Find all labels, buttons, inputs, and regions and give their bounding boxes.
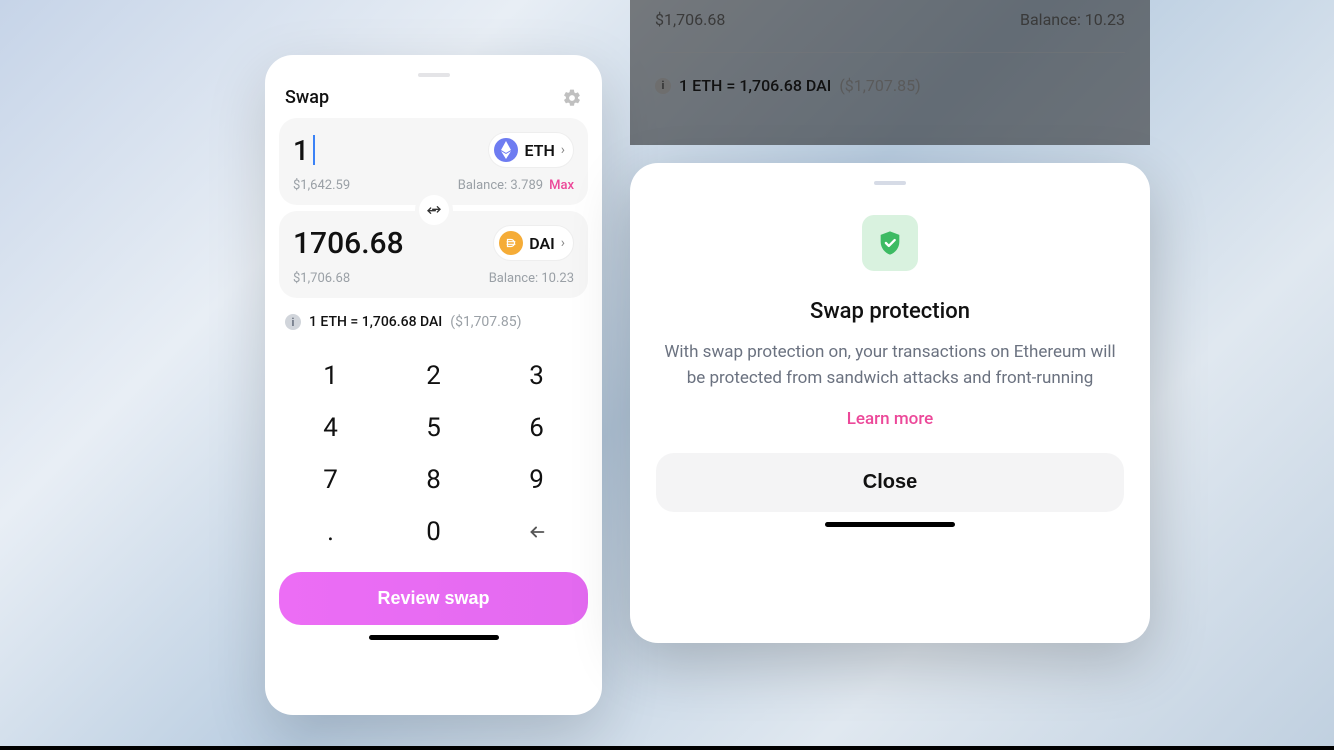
rate-text: 1 ETH = 1,706.68 DAI xyxy=(309,314,442,330)
to-token-panel: 1706.68 DAI › $1,706.68 Balance: 10.23 xyxy=(279,211,588,298)
bg-rate-row: i 1 ETH = 1,706.68 DAI ($1,707.85) xyxy=(655,76,921,95)
review-swap-button[interactable]: Review swap xyxy=(279,572,588,625)
max-button[interactable]: Max xyxy=(549,178,574,193)
drag-handle[interactable] xyxy=(418,73,450,77)
shield-check-icon xyxy=(862,215,918,271)
frame-edge xyxy=(0,746,1334,750)
from-fiat-value: $1,642.59 xyxy=(293,178,350,193)
page-title: Swap xyxy=(285,87,329,108)
bg-fiat: $1,706.68 xyxy=(655,10,725,29)
key-dot[interactable]: . xyxy=(279,506,382,558)
key-1[interactable]: 1 xyxy=(279,350,382,402)
to-token-selector[interactable]: DAI › xyxy=(493,225,574,261)
to-amount-value: 1706.68 xyxy=(293,226,404,261)
sheet-title: Swap protection xyxy=(810,299,970,324)
drag-handle[interactable] xyxy=(874,181,906,185)
bg-balance-label: Balance: 10.23 xyxy=(1020,10,1125,29)
learn-more-link[interactable]: Learn more xyxy=(847,409,934,429)
key-8[interactable]: 8 xyxy=(382,454,485,506)
key-4[interactable]: 4 xyxy=(279,402,382,454)
key-6[interactable]: 6 xyxy=(485,402,588,454)
swap-header: Swap xyxy=(279,87,588,118)
numeric-keypad: 1 2 3 4 5 6 7 8 9 . 0 xyxy=(279,350,588,558)
from-token-symbol: ETH xyxy=(524,141,554,160)
swap-screen: Swap 1 ETH › $1,642.59 Balance: 3.789 M xyxy=(265,55,602,715)
dai-icon xyxy=(499,231,523,255)
dimmed-background: $1,706.68 Balance: 10.23 i 1 ETH = 1,706… xyxy=(630,0,1150,145)
close-button[interactable]: Close xyxy=(656,453,1124,512)
sheet-body: With swap protection on, your transactio… xyxy=(656,340,1124,391)
bg-rate-fiat: ($1,707.85) xyxy=(839,76,920,95)
chevron-right-icon: › xyxy=(561,142,565,158)
divider xyxy=(655,52,1125,53)
eth-icon xyxy=(494,138,518,162)
home-indicator[interactable] xyxy=(825,522,955,527)
info-icon[interactable]: i xyxy=(285,314,301,330)
key-7[interactable]: 7 xyxy=(279,454,382,506)
chevron-right-icon: › xyxy=(561,235,565,251)
to-fiat-value: $1,706.68 xyxy=(293,271,350,286)
bg-balance-row: $1,706.68 Balance: 10.23 xyxy=(655,10,1125,29)
from-amount-value: 1 xyxy=(293,134,309,167)
bg-rate-text: 1 ETH = 1,706.68 DAI xyxy=(679,76,831,95)
to-balance-label: Balance: 10.23 xyxy=(489,271,574,286)
home-indicator[interactable] xyxy=(369,635,499,640)
switch-tokens-button[interactable] xyxy=(415,191,453,229)
gear-icon[interactable] xyxy=(562,88,582,108)
key-0[interactable]: 0 xyxy=(382,506,485,558)
info-icon: i xyxy=(655,78,671,94)
to-token-symbol: DAI xyxy=(529,234,555,253)
key-5[interactable]: 5 xyxy=(382,402,485,454)
text-cursor xyxy=(313,135,315,165)
rate-fiat: ($1,707.85) xyxy=(450,314,521,330)
from-amount-input[interactable]: 1 xyxy=(293,134,315,167)
from-balance-label: Balance: 3.789 xyxy=(458,178,543,193)
rate-row: i 1 ETH = 1,706.68 DAI ($1,707.85) xyxy=(279,304,588,334)
key-3[interactable]: 3 xyxy=(485,350,588,402)
key-9[interactable]: 9 xyxy=(485,454,588,506)
key-2[interactable]: 2 xyxy=(382,350,485,402)
swap-protection-sheet: Swap protection With swap protection on,… xyxy=(630,163,1150,643)
from-token-selector[interactable]: ETH › xyxy=(488,132,574,168)
key-backspace[interactable] xyxy=(485,506,588,558)
